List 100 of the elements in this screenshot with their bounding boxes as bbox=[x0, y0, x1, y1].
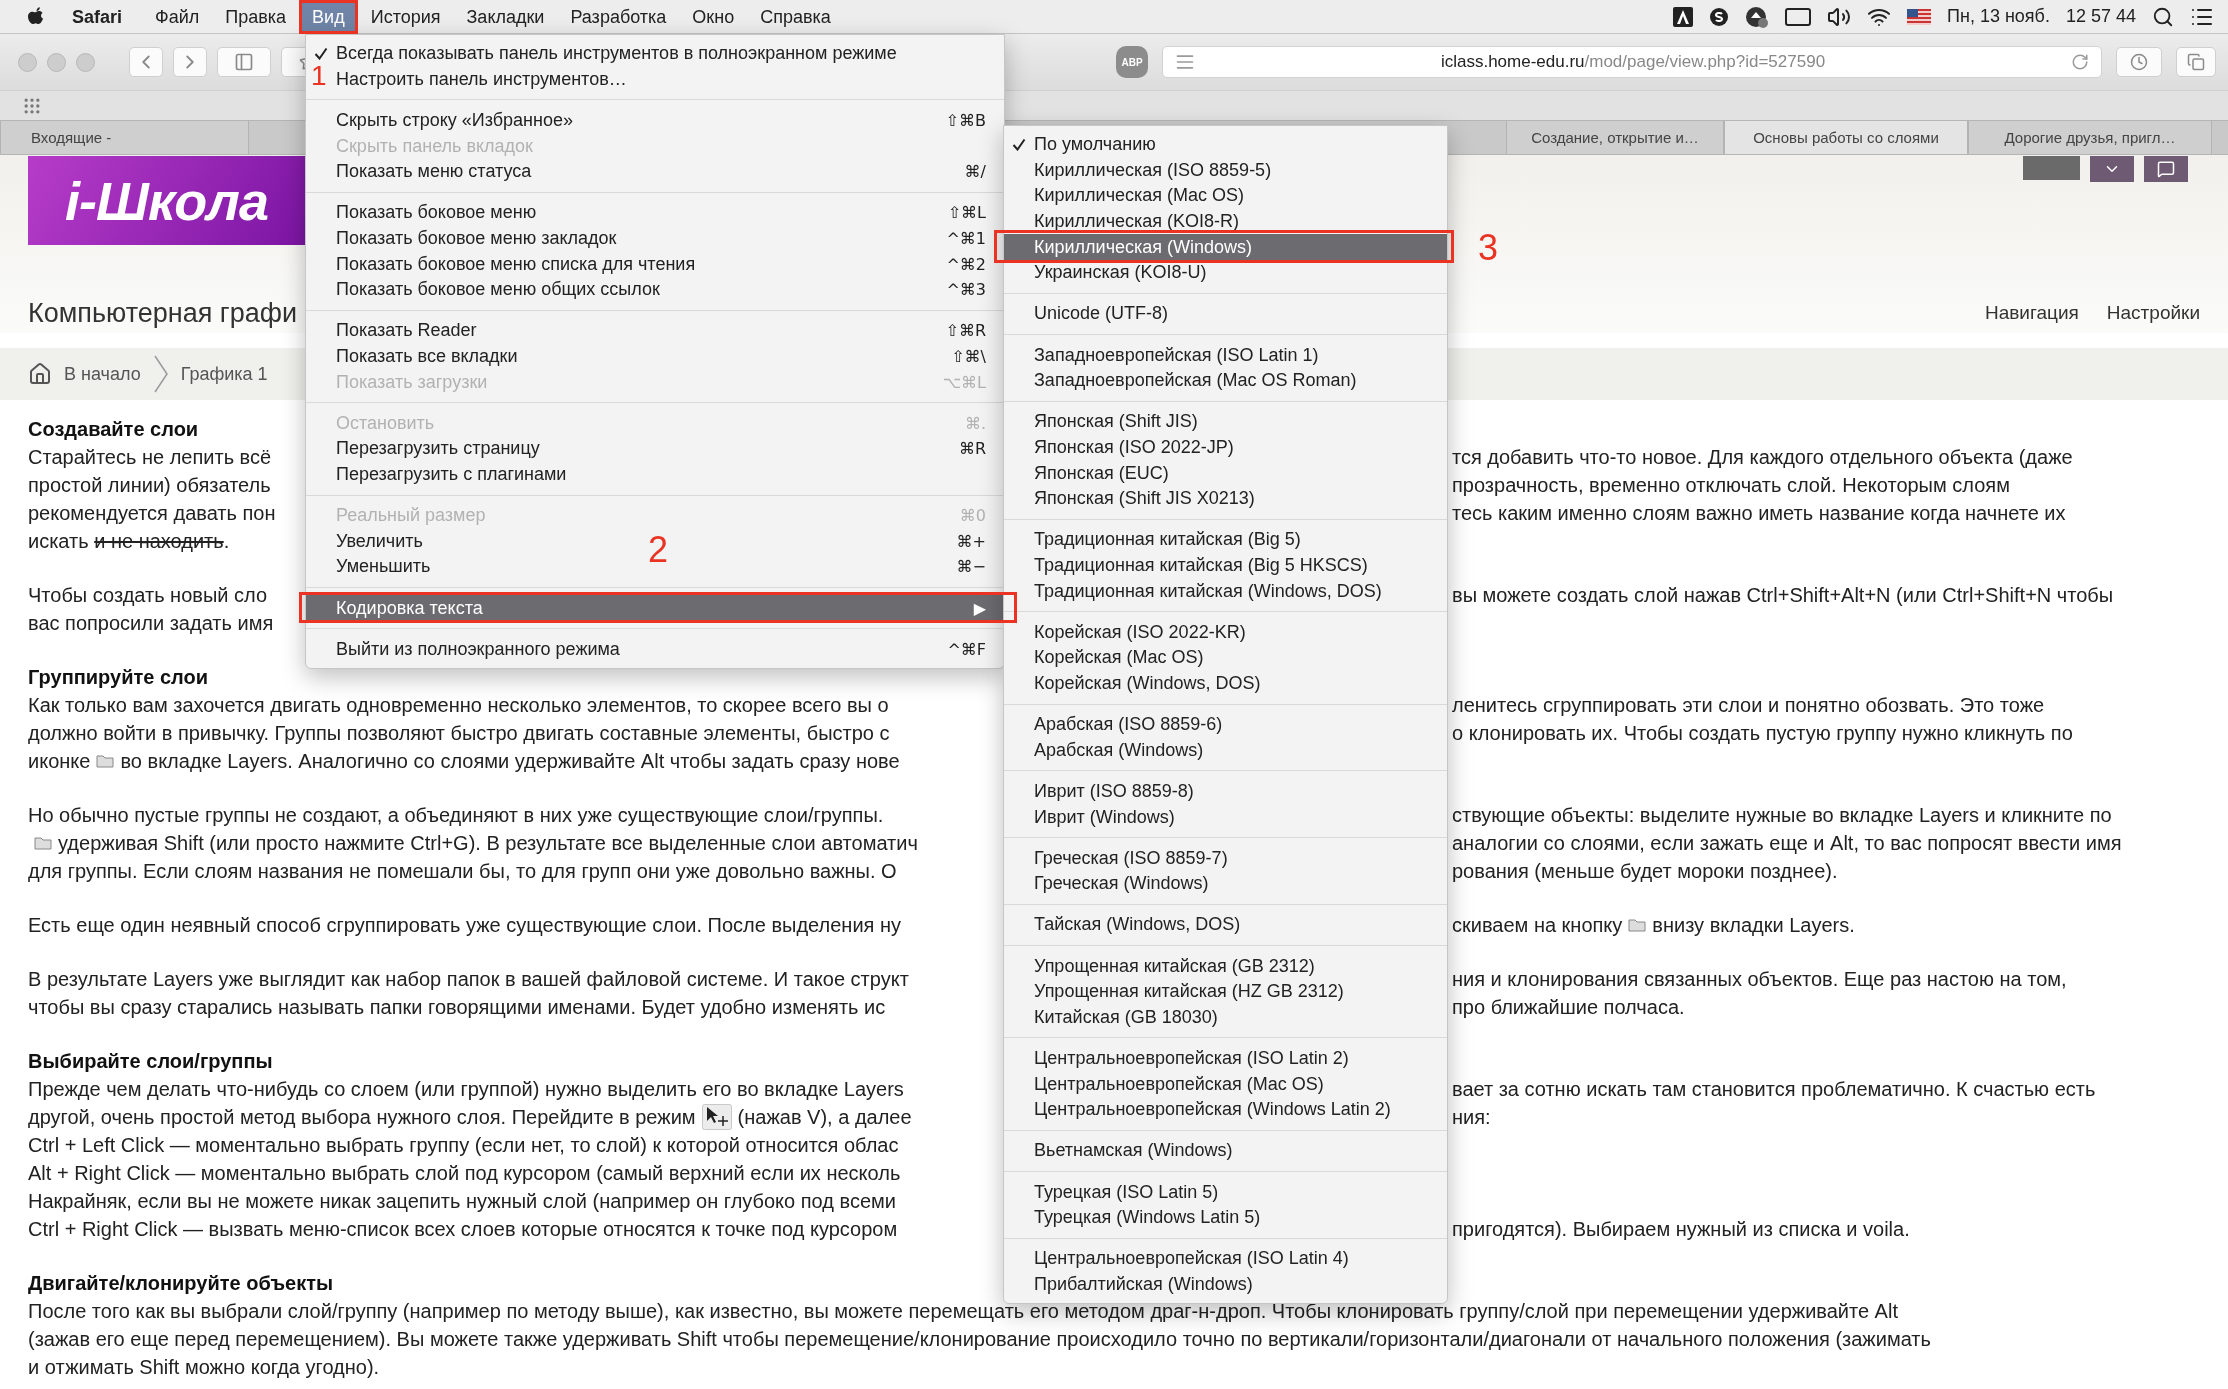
menu-item[interactable]: Скрыть строку «Избранное» bbox=[336, 110, 574, 132]
menu-item[interactable]: Показать боковое меню bbox=[336, 202, 537, 224]
menu-item[interactable]: Кодировка текста ▶ bbox=[306, 595, 1004, 621]
nav-link[interactable]: Навигация bbox=[1984, 302, 2079, 324]
browser-tab[interactable]: Создание, открытие и… bbox=[1506, 121, 1724, 154]
menu-item[interactable]: Показать боковое меню закладок bbox=[336, 228, 617, 250]
menu-item[interactable]: Показать боковое меню общих ссылок bbox=[336, 279, 660, 301]
menu-item[interactable]: Кириллическая (ISO 8859-5) bbox=[1034, 159, 1272, 181]
home-icon[interactable] bbox=[28, 362, 52, 386]
menu-item[interactable]: Центральноевропейская (Windows Latin 2) bbox=[1034, 1099, 1391, 1121]
menu-item[interactable]: Греческая (ISO 8859-7) bbox=[1034, 847, 1228, 869]
menu-item[interactable]: Китайская (GB 18030) bbox=[1034, 1006, 1218, 1028]
menu-item[interactable]: Увеличить bbox=[336, 530, 423, 552]
menu-item[interactable]: Иврит (ISO 8859-8) bbox=[1034, 780, 1194, 802]
menu-item[interactable]: Западноевропейская (ISO Latin 1) bbox=[1034, 344, 1319, 366]
menu-item[interactable]: Перезагрузить с плагинами bbox=[336, 464, 567, 485]
menu-item[interactable]: Корейская (Mac OS) bbox=[1034, 647, 1204, 669]
cloud-badge-icon[interactable] bbox=[1745, 5, 1769, 28]
menu-bar-item[interactable]: Справка bbox=[747, 0, 844, 34]
search-icon[interactable] bbox=[2152, 5, 2174, 28]
menu-item[interactable]: Показать Reader bbox=[336, 320, 477, 342]
menu-item[interactable]: Показать меню статуса bbox=[336, 161, 532, 183]
menu-item[interactable]: Прибалтийская (Windows) bbox=[1034, 1274, 1253, 1295]
menu-item[interactable]: Японская (EUC) bbox=[1034, 462, 1169, 484]
menu-bar-item[interactable]: Вид bbox=[299, 0, 358, 34]
skype-icon[interactable] bbox=[1709, 6, 1729, 27]
history-button[interactable] bbox=[2116, 47, 2162, 77]
menu-bar-date[interactable]: Пн, 13 нояб. bbox=[1947, 6, 2050, 27]
menu-item[interactable]: Турецкая (Windows Latin 5) bbox=[1034, 1207, 1261, 1229]
browser-tab[interactable]: Дорогие друзья, пригл… bbox=[1968, 121, 2212, 154]
menu-item[interactable]: Японская (Shift JIS) bbox=[1034, 411, 1198, 433]
menu-bar-item[interactable]: Разработка bbox=[557, 0, 680, 34]
paragraph-text: Накрайняк, если вы не можете никак зацепить нужный слой (например он глубоко под всеми bbox=[28, 1189, 896, 1214]
menu-item[interactable]: Показать все вкладки bbox=[336, 346, 518, 367]
annotation-number: 2 bbox=[648, 532, 669, 568]
menu-item[interactable]: Выйти из полноэкранного режима bbox=[336, 638, 620, 660]
menu-item[interactable]: Западноевропейская (Mac OS Roman) bbox=[1034, 370, 1357, 392]
paragraph-text: тесь каким именно слоям важно иметь название когда начнете их bbox=[1452, 501, 2066, 526]
reload-icon[interactable] bbox=[2071, 53, 2089, 71]
back-button[interactable] bbox=[129, 47, 163, 77]
menu-item[interactable]: Кириллическая (Mac OS) bbox=[1034, 185, 1245, 207]
browser-tab[interactable]: Основы работы со слоями bbox=[1724, 121, 1968, 154]
menu-item[interactable]: По умолчанию bbox=[1034, 134, 1156, 156]
breadcrumb-link[interactable]: В начало bbox=[64, 363, 141, 385]
paragraph-text: Ctrl + Left Click — моментально выбрать группу (если нет, то слой) к которой относится облас bbox=[28, 1133, 899, 1158]
paragraph-text: внизу вкладки Layers. bbox=[1652, 913, 1855, 938]
section-heading: Выбирайте слои/группы bbox=[28, 1049, 273, 1074]
messages-button[interactable] bbox=[2144, 156, 2188, 182]
paragraph-text: прозрачность, временно отключать слой. Некоторым слоям bbox=[1452, 473, 2010, 498]
menu-item[interactable]: Арабская (Windows) bbox=[1034, 739, 1204, 761]
menu-item[interactable]: Турецкая (ISO Latin 5) bbox=[1034, 1181, 1219, 1203]
forward-button[interactable] bbox=[173, 47, 207, 77]
address-field[interactable]: iclass.home-edu.ru/mod/page/view.php?id=527590 bbox=[1162, 46, 2102, 78]
menu-bar-item[interactable]: Файл bbox=[142, 0, 213, 34]
menu-item[interactable]: Всегда показывать панель инструментов в полноэкранном режиме bbox=[336, 43, 897, 65]
user-menu-button[interactable] bbox=[2090, 156, 2134, 182]
adobe-icon[interactable] bbox=[1673, 6, 1693, 27]
menu-bar-item[interactable]: Правка bbox=[212, 0, 300, 34]
menu-bar-clock[interactable]: 12 57 44 bbox=[2065, 6, 2136, 27]
paragraph-text: для группы. Если слоям названия не помешали бы, то для групп они уже довольно важны. О bbox=[28, 859, 897, 884]
reader-icon[interactable] bbox=[1175, 52, 1195, 72]
menu-item[interactable]: Кириллическая (KOI8-R) bbox=[1034, 211, 1240, 233]
menu-item[interactable]: Упрощенная китайская (GB 2312) bbox=[1034, 955, 1315, 977]
menu-item[interactable]: Традиционная китайская (Windows, DOS) bbox=[1034, 580, 1382, 602]
menu-item[interactable]: Японская (Shift JIS X0213) bbox=[1034, 488, 1255, 510]
chat-icon bbox=[2157, 160, 2175, 178]
menu-item[interactable]: Упрощенная китайская (HZ GB 2312) bbox=[1034, 981, 1344, 1003]
menu-item[interactable]: Настроить панель инструментов… bbox=[336, 68, 627, 90]
site-logo[interactable]: i-Школа bbox=[28, 156, 305, 245]
display-icon[interactable] bbox=[1785, 6, 1811, 27]
menu-bar-item[interactable]: История bbox=[357, 0, 454, 34]
menu-item[interactable]: Иврит (Windows) bbox=[1034, 806, 1175, 828]
menu-item[interactable]: Перезагрузить страницу bbox=[336, 438, 540, 460]
menu-bar-item[interactable]: Safari bbox=[46, 0, 143, 34]
menu-item[interactable]: Центральноевропейская (ISO Latin 2) bbox=[1034, 1048, 1349, 1070]
menu-item[interactable]: Корейская (ISO 2022-KR) bbox=[1034, 621, 1246, 643]
menu-item[interactable]: Корейская (Windows, DOS) bbox=[1034, 672, 1261, 694]
menu-item[interactable]: Вьетнамская (Windows) bbox=[1034, 1140, 1233, 1162]
menu-item[interactable]: Арабская (ISO 8859-6) bbox=[1034, 714, 1223, 736]
menu-item[interactable]: Кириллическая (Windows) bbox=[1004, 234, 1447, 260]
breadcrumb-link[interactable]: Графика 1 bbox=[180, 363, 268, 385]
menu-item[interactable]: Украинская (KOI8-U) bbox=[1034, 262, 1207, 284]
nav-link[interactable]: Настройки bbox=[2106, 302, 2200, 324]
menu-item[interactable]: Традиционная китайская (Big 5) bbox=[1034, 529, 1301, 551]
menu-item[interactable]: Центральноевропейская (Mac OS) bbox=[1034, 1073, 1324, 1095]
browser-tab[interactable]: Входящие - bbox=[0, 121, 249, 154]
menu-item[interactable]: Показать боковое меню списка для чтения bbox=[336, 253, 696, 275]
tabs-button[interactable] bbox=[2176, 47, 2216, 77]
menu-item[interactable]: Центральноевропейская (ISO Latin 4) bbox=[1034, 1248, 1349, 1270]
flag-icon[interactable] bbox=[1907, 8, 1931, 25]
menu-item[interactable]: Греческая (Windows) bbox=[1034, 873, 1209, 895]
menu-item[interactable]: Японская (ISO 2022-JP) bbox=[1034, 437, 1234, 458]
menu-bar-item[interactable]: Закладки bbox=[453, 0, 558, 34]
menu-bar-item[interactable]: Окно bbox=[679, 0, 748, 34]
sidebar-button[interactable] bbox=[217, 47, 271, 77]
menu-item[interactable]: Уменьшить bbox=[336, 556, 431, 578]
keyboard-shortcut: ⌘0 bbox=[959, 506, 986, 526]
menu-item[interactable]: Unicode (UTF-8) bbox=[1034, 303, 1169, 325]
menu-item[interactable]: Тайская (Windows, DOS) bbox=[1034, 914, 1241, 936]
menu-item[interactable]: Традиционная китайская (Big 5 HKSCS) bbox=[1034, 555, 1368, 576]
